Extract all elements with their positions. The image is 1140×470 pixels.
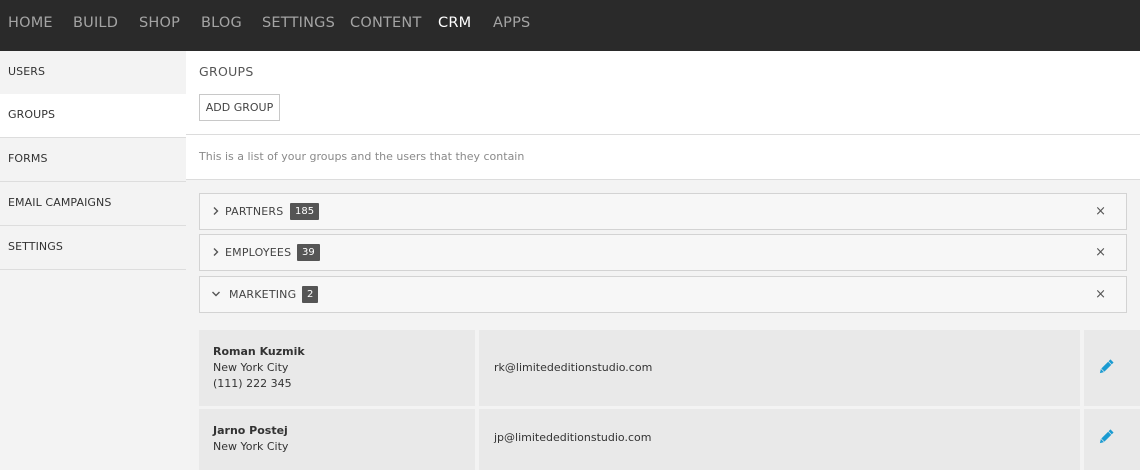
pencil-icon[interactable] xyxy=(1097,428,1115,446)
edit-cell xyxy=(1084,409,1140,470)
nav-settings[interactable]: SETTINGS xyxy=(262,15,335,31)
add-group-button[interactable]: ADD GROUP xyxy=(199,94,280,121)
nav-content[interactable]: CONTENT xyxy=(350,15,422,31)
sidebar-item-label: FORMS xyxy=(8,152,48,165)
main-content: GROUPS ADD GROUP This is a list of your … xyxy=(186,51,1140,470)
user-email[interactable]: rk@limitededitionstudio.com xyxy=(494,361,652,374)
group-panel-partners[interactable]: PARTNERS 185 × xyxy=(199,193,1127,230)
user-name: Jarno Postej xyxy=(213,424,288,437)
sidebar-item-label: USERS xyxy=(8,65,46,78)
nav-shop[interactable]: SHOP xyxy=(139,15,180,31)
group-count-badge: 185 xyxy=(290,203,320,220)
close-icon[interactable]: × xyxy=(1095,287,1106,302)
sidebar-item-label: GROUPS xyxy=(8,108,56,121)
nav-blog[interactable]: BLOG xyxy=(201,15,242,31)
user-email-cell: rk@limitededitionstudio.com xyxy=(479,330,1080,406)
close-icon[interactable]: × xyxy=(1095,204,1106,219)
user-name: Roman Kuzmik xyxy=(213,345,305,358)
user-city: New York City xyxy=(213,361,289,374)
close-icon[interactable]: × xyxy=(1095,245,1106,260)
chevron-right-icon[interactable] xyxy=(210,246,222,258)
user-phone: (111) 222 345 xyxy=(213,377,292,390)
sidebar-item-forms[interactable]: FORMS xyxy=(0,138,186,182)
user-info-cell: Roman Kuzmik New York City (111) 222 345 xyxy=(199,330,475,406)
user-email[interactable]: jp@limitededitionstudio.com xyxy=(494,431,651,444)
pencil-icon[interactable] xyxy=(1097,358,1115,376)
group-name: MARKETING xyxy=(229,288,297,301)
top-navigation: HOME BUILD SHOP BLOG SETTINGS CONTENT CR… xyxy=(0,0,1140,51)
edit-cell xyxy=(1084,330,1140,406)
table-row: Roman Kuzmik New York City (111) 222 345… xyxy=(199,330,1140,406)
sidebar: USERS GROUPS FORMS EMAIL CAMPAIGNS SETTI… xyxy=(0,51,186,470)
sidebar-item-label: EMAIL CAMPAIGNS xyxy=(8,196,112,209)
sidebar-item-users[interactable]: USERS xyxy=(0,51,186,95)
intro-band: This is a list of your groups and the us… xyxy=(186,135,1140,179)
sidebar-item-label: SETTINGS xyxy=(8,240,63,253)
group-panel-marketing[interactable]: MARKETING 2 × xyxy=(199,276,1127,313)
group-name: PARTNERS xyxy=(225,205,284,218)
group-count-badge: 2 xyxy=(302,286,319,303)
sidebar-item-groups[interactable]: GROUPS xyxy=(0,94,186,138)
user-city: New York City xyxy=(213,440,289,453)
nav-apps[interactable]: APPS xyxy=(493,15,530,31)
chevron-down-icon[interactable] xyxy=(210,288,222,300)
sidebar-item-email-campaigns[interactable]: EMAIL CAMPAIGNS xyxy=(0,182,186,226)
group-name: EMPLOYEES xyxy=(225,246,292,259)
nav-home[interactable]: HOME xyxy=(8,15,53,31)
nav-build[interactable]: BUILD xyxy=(73,15,118,31)
chevron-right-icon[interactable] xyxy=(210,205,222,217)
group-panel-employees[interactable]: EMPLOYEES 39 × xyxy=(199,234,1127,271)
table-row: Jarno Postej New York City jp@limitededi… xyxy=(199,409,1140,470)
page-title: GROUPS xyxy=(199,64,254,79)
intro-text: This is a list of your groups and the us… xyxy=(199,150,525,163)
nav-crm[interactable]: CRM xyxy=(438,15,471,31)
user-info-cell: Jarno Postej New York City xyxy=(199,409,475,470)
group-count-badge: 39 xyxy=(297,244,320,261)
sidebar-item-settings[interactable]: SETTINGS xyxy=(0,226,186,270)
user-email-cell: jp@limitededitionstudio.com xyxy=(479,409,1080,470)
